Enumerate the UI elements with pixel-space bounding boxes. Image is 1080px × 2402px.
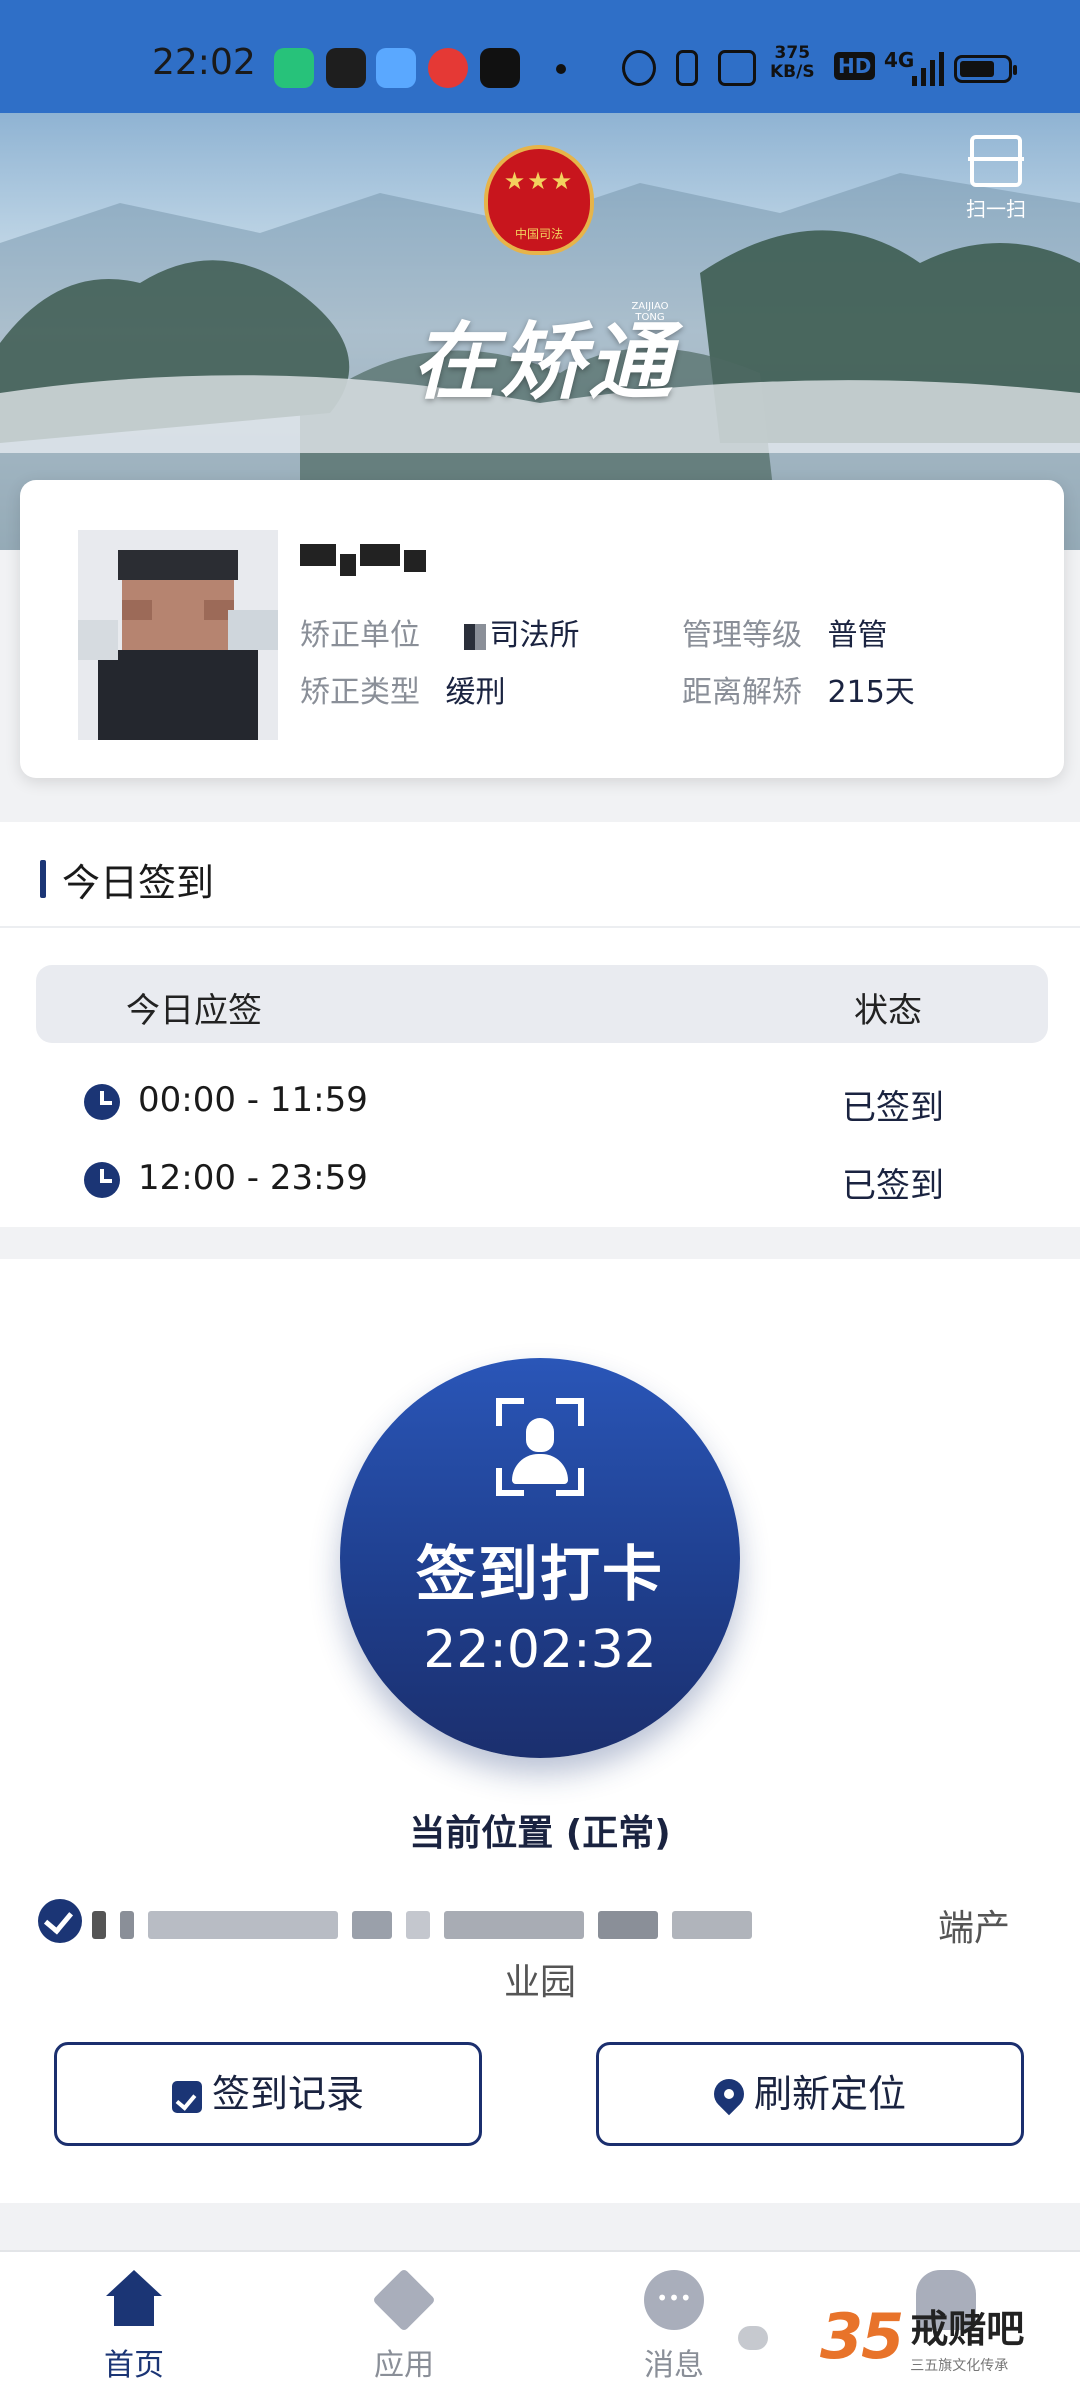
judicial-emblem-logo: ★★★ 中国司法 [484, 145, 594, 255]
tab-home[interactable]: 首页 [64, 2270, 204, 2384]
wechat-app-icon [274, 48, 314, 88]
tab-messages[interactable]: 消息 [604, 2270, 744, 2384]
tab-home-label: 首页 [104, 2348, 164, 2383]
level-label: 管理等级 [682, 618, 802, 653]
type-label: 矫正类型 [300, 675, 420, 710]
unit-label: 矫正单位 [300, 618, 420, 653]
location-status: 当前位置 (正常) [409, 1813, 671, 1854]
status-time: 22:02 [152, 42, 256, 83]
profile-card: 矫正单位 司法所 管理等级 普管 矫正类型 缓刑 距离解矫 215天 [20, 480, 1064, 778]
name-redacted [300, 544, 426, 576]
checkin-button[interactable]: 签到打卡 22:02:32 [340, 1358, 740, 1758]
col-status-header: 状态 [854, 991, 922, 1031]
tab-apps[interactable]: 应用 [334, 2268, 474, 2384]
days-field: 距离解矫 215天 [682, 673, 915, 713]
check-circle-icon [38, 1899, 82, 1943]
address-text-line2: 业园 [503, 1962, 576, 2003]
signin-records-button[interactable]: 签到记录 [54, 2042, 482, 2146]
face-recognition-icon [496, 1398, 584, 1496]
tab-apps-label: 应用 [374, 2348, 434, 2383]
unit-value: 司法所 [489, 618, 580, 653]
chat-bubble-icon [644, 2270, 704, 2330]
status-bar: 22:02 375 KB/S HD 4G [0, 0, 1080, 113]
network-speed-unit: KB/S [770, 62, 815, 82]
level-field: 管理等级 普管 [682, 616, 888, 656]
alarm-icon [622, 50, 656, 86]
level-value: 普管 [827, 618, 888, 653]
days-value: 215天 [827, 675, 915, 710]
row-time: 12:00 - 23:59 [138, 1158, 368, 1198]
scan-icon [968, 135, 1024, 187]
clock-icon [84, 1084, 120, 1120]
avatar [78, 530, 278, 740]
hd-badge: HD [834, 52, 876, 80]
section-title: 今日签到 [40, 852, 214, 907]
days-label: 距离解矫 [682, 675, 802, 710]
watermark-subtitle: 三五旗文化传承 [910, 2358, 1009, 2374]
checkin-clock: 22:02:32 [423, 1620, 657, 1680]
unit-field: 矫正单位 司法所 [300, 616, 580, 656]
pixelated-avatar [78, 530, 278, 740]
checkin-label: 签到打卡 [416, 1540, 664, 1610]
app-logo-subtext: ZAIJIAO TONG [631, 301, 669, 323]
home-icon [104, 2270, 164, 2330]
battery-icon [954, 55, 1017, 83]
refresh-location-label: 刷新定位 [753, 2072, 906, 2116]
location-pin-icon [707, 2072, 751, 2115]
scan-button[interactable]: 扫一扫 [946, 135, 1046, 222]
table-row: 12:00 - 23:59 已签到 [0, 1150, 1080, 1210]
table-row: 00:00 - 11:59 已签到 [0, 1072, 1080, 1132]
emblem-text: 中国司法 [514, 227, 563, 241]
signal-bars-icon [912, 52, 944, 86]
signal-type: 4G [884, 48, 915, 72]
row-status: 已签到 [842, 1166, 944, 1206]
address-text-tail: 端产 [938, 1908, 1011, 1949]
camera-icon [718, 50, 756, 86]
today-signin-section: 今日签到 今日应签 状态 00:00 - 11:59 已签到 12:00 - 2… [0, 822, 1080, 1227]
watermark-number: 35 [820, 2300, 904, 2373]
clock-icon [84, 1162, 120, 1198]
tiktok-app-icon [480, 48, 520, 88]
type-value: 缓刑 [445, 675, 506, 710]
calendar-check-icon [171, 2080, 202, 2113]
signin-records-label: 签到记录 [211, 2072, 364, 2116]
signin-table-header: 今日应签 状态 [36, 965, 1048, 1043]
soul-app-icon [326, 48, 366, 88]
unit-redacted [463, 623, 486, 650]
watermark: 35 戒赌吧 三五旗文化传承 [820, 2298, 1024, 2375]
network-speed-value: 375 [774, 43, 811, 63]
network-speed: 375 KB/S [770, 44, 815, 82]
wechat-watermark-icon [738, 2326, 768, 2350]
address-redacted [92, 1911, 752, 1939]
notification-dot-icon [556, 64, 566, 74]
row-time: 00:00 - 11:59 [138, 1080, 368, 1120]
watermark-title: 戒赌吧 [910, 2307, 1025, 2351]
cube-icon [372, 2268, 436, 2332]
type-field: 矫正类型 缓刑 [300, 673, 506, 713]
vibrate-icon [676, 50, 698, 86]
col-time-header: 今日应签 [126, 991, 262, 1031]
divider [0, 926, 1080, 928]
tab-messages-label: 消息 [644, 2348, 704, 2383]
refresh-location-button[interactable]: 刷新定位 [596, 2042, 1024, 2146]
netease-music-app-icon [428, 48, 468, 88]
row-status: 已签到 [842, 1088, 944, 1128]
checkin-section: 签到打卡 22:02:32 当前位置 (正常) 端产 业园 签到记录 刷新定位 [0, 1259, 1080, 2203]
scan-label: 扫一扫 [966, 197, 1026, 221]
weather-app-icon [376, 48, 416, 88]
